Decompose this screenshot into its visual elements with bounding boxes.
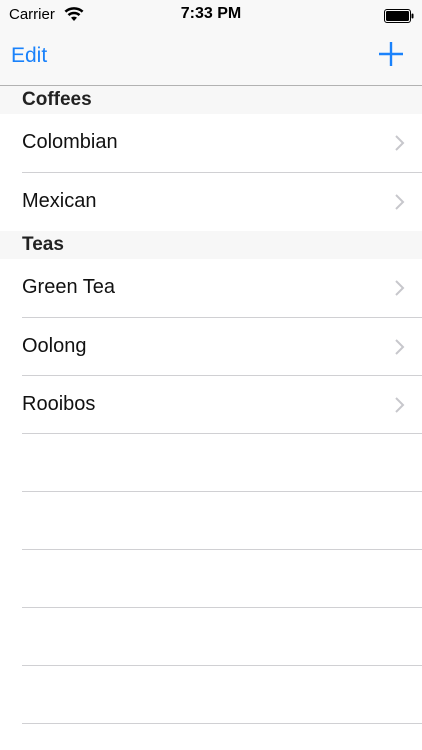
item-label: Oolong [22, 335, 87, 357]
item-label: Green Tea [22, 276, 116, 298]
plus-icon[interactable] [378, 41, 404, 67]
chevron-right-icon [395, 339, 405, 355]
navigation-bar: Edit [0, 30, 422, 86]
list-item[interactable]: Colombian [0, 114, 422, 172]
list-item[interactable]: Green Tea [0, 259, 422, 317]
row-separator [22, 549, 422, 550]
row-separator [22, 723, 422, 724]
row-separator [22, 491, 422, 492]
chevron-right-icon [395, 397, 405, 413]
battery-icon [384, 9, 414, 23]
item-label: Mexican [22, 190, 97, 212]
list-item[interactable]: Rooibos [0, 376, 422, 434]
list-item[interactable]: Oolong [0, 318, 422, 376]
item-label: Rooibos [22, 393, 96, 415]
row-separator [22, 607, 422, 608]
table-view[interactable]: Coffees Colombian Mexican Teas Green Tea… [0, 86, 422, 750]
chevron-right-icon [395, 280, 405, 296]
row-separator [22, 665, 422, 666]
section-title: Coffees [22, 89, 92, 110]
section-header-teas: Teas [0, 231, 422, 259]
row-separator [22, 433, 422, 434]
status-bar: Carrier 7:33 PM [0, 0, 422, 30]
section-title: Teas [22, 234, 64, 255]
item-label: Colombian [22, 131, 118, 153]
section-header-coffees: Coffees [0, 86, 422, 114]
status-time: 7:33 PM [180, 5, 242, 22]
edit-button[interactable]: Edit [11, 44, 47, 68]
chevron-right-icon [395, 135, 405, 151]
list-item[interactable]: Mexican [0, 173, 422, 231]
chevron-right-icon [395, 194, 405, 210]
